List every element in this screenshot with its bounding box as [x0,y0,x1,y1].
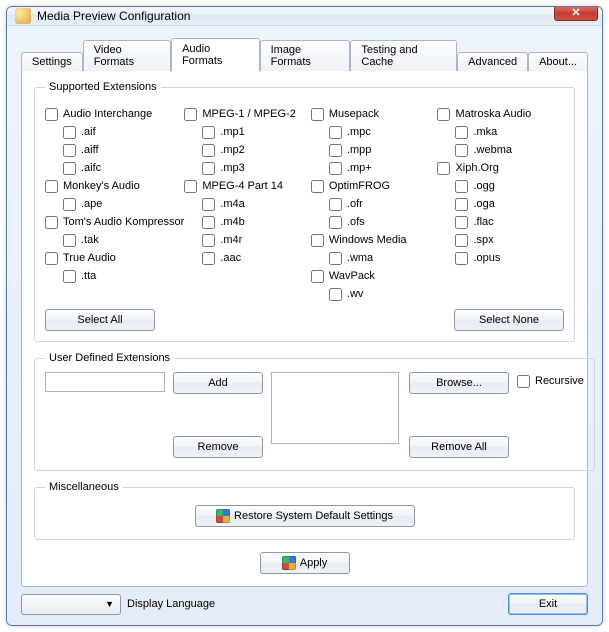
client-area: Settings Video Formats Audio Formats Ima… [7,26,602,625]
chk-xiph-org[interactable]: Xiph.Org [437,159,564,177]
window: Media Preview Configuration ✕ Settings V… [6,6,603,626]
close-icon: ✕ [571,6,580,19]
chk-ofs[interactable]: .ofs [311,213,438,231]
ude-remove-button[interactable]: Remove [173,436,263,458]
chk-ogg[interactable]: .ogg [437,177,564,195]
chk-aifc[interactable]: .aifc [45,159,184,177]
select-all-button[interactable]: Select All [45,309,155,331]
chk-oga[interactable]: .oga [437,195,564,213]
ext-col-1: Audio Interchange .aif .aiff .aifc Monke… [45,105,184,303]
ext-col-3: Musepack .mpc .mpp .mp+ OptimFROG .ofr .… [311,105,438,303]
ude-extension-input[interactable] [45,372,165,392]
chk-wma[interactable]: .wma [311,249,438,267]
extensions-columns: Audio Interchange .aif .aiff .aifc Monke… [45,105,564,303]
app-icon [15,8,31,24]
miscellaneous-legend: Miscellaneous [45,481,123,493]
chk-mp2[interactable]: .mp2 [184,141,311,159]
exit-button[interactable]: Exit [508,593,588,615]
chk-aif[interactable]: .aif [45,123,184,141]
chevron-down-icon: ▼ [105,599,114,609]
display-language-select[interactable]: ▼ [21,594,121,615]
select-buttons-row: Select All Select None [45,309,564,331]
chk-aiff[interactable]: .aiff [45,141,184,159]
chk-true-audio[interactable]: True Audio [45,249,184,267]
apply-button[interactable]: Apply [260,552,350,574]
shield-icon [282,556,296,570]
chk-m4a[interactable]: .m4a [184,195,311,213]
chk-spx[interactable]: .spx [437,231,564,249]
chk-mpeg4p14[interactable]: MPEG-4 Part 14 [184,177,311,195]
chk-mka[interactable]: .mka [437,123,564,141]
chk-tta[interactable]: .tta [45,267,184,285]
user-defined-extensions-group: User Defined Extensions Add Browse... Re… [34,352,595,471]
tab-panel-audio: Supported Extensions Audio Interchange .… [21,70,588,587]
chk-mpeg12[interactable]: MPEG-1 / MPEG-2 [184,105,311,123]
user-defined-extensions-legend: User Defined Extensions [45,352,174,364]
chk-mpc[interactable]: .mpc [311,123,438,141]
chk-tak[interactable]: .tak [45,231,184,249]
chk-monkeys-audio[interactable]: Monkey's Audio [45,177,184,195]
chk-flac[interactable]: .flac [437,213,564,231]
chk-matroska-audio[interactable]: Matroska Audio [437,105,564,123]
chk-ofr[interactable]: .ofr [311,195,438,213]
chk-webma[interactable]: .webma [437,141,564,159]
ext-col-4: Matroska Audio .mka .webma Xiph.Org .ogg… [437,105,564,303]
tab-testing-cache[interactable]: Testing and Cache [350,40,457,71]
chk-optimfrog[interactable]: OptimFROG [311,177,438,195]
window-title: Media Preview Configuration [37,9,554,23]
supported-extensions-legend: Supported Extensions [45,81,161,93]
close-button[interactable]: ✕ [554,6,598,21]
shield-icon [216,509,230,523]
supported-extensions-group: Supported Extensions Audio Interchange .… [34,81,575,342]
tab-image-formats[interactable]: Image Formats [260,40,351,71]
titlebar: Media Preview Configuration ✕ [7,7,602,26]
chk-m4b[interactable]: .m4b [184,213,311,231]
chk-ape[interactable]: .ape [45,195,184,213]
tab-strip: Settings Video Formats Audio Formats Ima… [21,38,588,71]
chk-opus[interactable]: .opus [437,249,564,267]
chk-windows-media[interactable]: Windows Media [311,231,438,249]
chk-aac[interactable]: .aac [184,249,311,267]
footer: ▼ Display Language Exit [21,587,588,615]
tab-about[interactable]: About... [528,52,588,71]
chk-musepack[interactable]: Musepack [311,105,438,123]
chk-wavpack[interactable]: WavPack [311,267,438,285]
tab-audio-formats[interactable]: Audio Formats [171,38,260,72]
ude-grid: Add Browse... Recursive Remove Remove Al… [45,372,584,460]
chk-mpplus[interactable]: .mp+ [311,159,438,177]
chk-toms-audio-kompressor[interactable]: Tom's Audio Kompressor [45,213,184,231]
select-none-button[interactable]: Select None [454,309,564,331]
ude-remove-all-button[interactable]: Remove All [409,436,509,458]
ext-col-2: MPEG-1 / MPEG-2 .mp1 .mp2 .mp3 MPEG-4 Pa… [184,105,311,303]
ude-browse-button[interactable]: Browse... [409,372,509,394]
tab-advanced[interactable]: Advanced [457,52,528,71]
chk-audio-interchange[interactable]: Audio Interchange [45,105,184,123]
chk-wv[interactable]: .wv [311,285,438,303]
ude-add-button[interactable]: Add [173,372,263,394]
tab-video-formats[interactable]: Video Formats [83,40,171,71]
chk-mp1[interactable]: .mp1 [184,123,311,141]
restore-defaults-button[interactable]: Restore System Default Settings [195,505,415,527]
miscellaneous-group: Miscellaneous Restore System Default Set… [34,481,575,540]
chk-m4r[interactable]: .m4r [184,231,311,249]
ude-recursive-checkbox[interactable]: Recursive [517,372,584,390]
chk-mp3[interactable]: .mp3 [184,159,311,177]
display-language-label: Display Language [127,598,215,610]
ude-listbox[interactable] [271,372,399,444]
chk-mpp[interactable]: .mpp [311,141,438,159]
tab-settings[interactable]: Settings [21,52,83,71]
